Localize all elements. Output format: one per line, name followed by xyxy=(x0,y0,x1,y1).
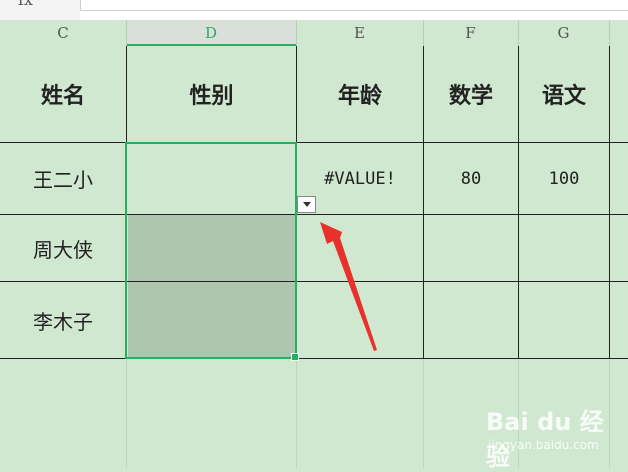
watermark-url: jingyan.baidu.com xyxy=(488,438,599,452)
watermark: Bai du 经验 jingyan.baidu.com xyxy=(486,398,616,471)
arrow-shape xyxy=(320,222,377,351)
watermark-brand: Bai du 经验 xyxy=(486,408,604,471)
